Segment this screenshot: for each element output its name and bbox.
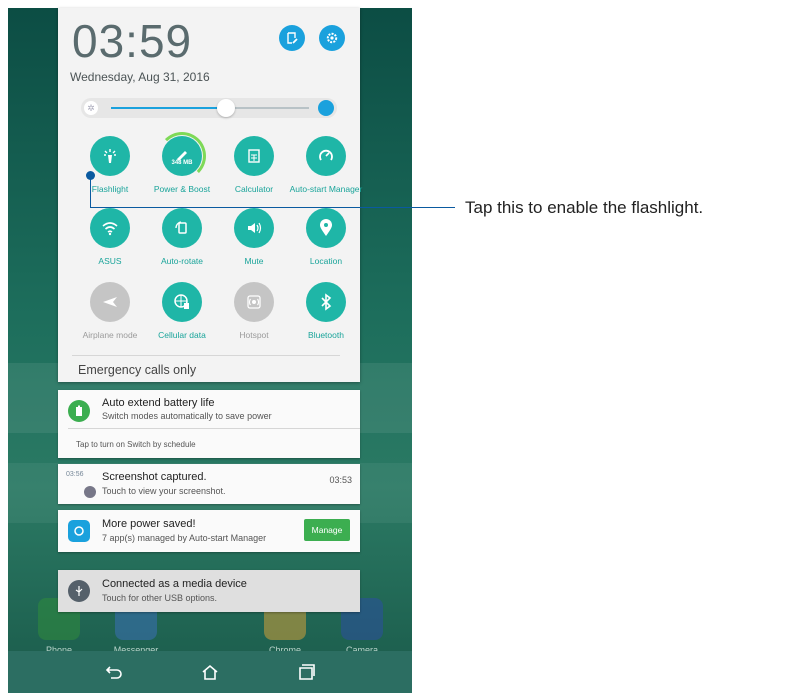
callout-text: Tap this to enable the flashlight.: [465, 198, 704, 217]
recents-button[interactable]: [288, 660, 324, 684]
memory-badge: 348 MB: [171, 160, 193, 166]
auto-brightness-icon[interactable]: [318, 100, 334, 116]
autostart-icon: [306, 136, 346, 176]
edit-button[interactable]: [279, 25, 305, 51]
gear-icon: [326, 32, 338, 44]
brightness-slider[interactable]: ✲: [81, 98, 337, 118]
screenshot-icon: [84, 486, 96, 498]
notification-title: More power saved!: [102, 518, 196, 530]
divider: [68, 428, 360, 429]
rotate-icon: [162, 208, 202, 248]
quick-settings-panel: 03:59 Wednesday, Aug 31, 2016 ✲ Flashlig…: [58, 8, 362, 382]
boost-icon: 348 MB: [158, 132, 206, 180]
tile-mute[interactable]: Mute: [218, 208, 290, 274]
tile-auto-rotate[interactable]: Auto-rotate: [146, 208, 218, 274]
flashlight-icon: [90, 136, 130, 176]
hotspot-icon: [234, 282, 274, 322]
tile-asus[interactable]: ASUS: [74, 208, 146, 274]
callout-dot: [86, 171, 95, 180]
settings-button[interactable]: [319, 25, 345, 51]
notification-title: Connected as a media device: [102, 578, 247, 590]
clock: 03:59: [72, 15, 193, 67]
brightness-fill: [111, 107, 226, 109]
tile-power-boost[interactable]: 348 MB Power & Boost: [146, 132, 218, 202]
autostart-manager-icon: [68, 520, 90, 542]
tile-bluetooth[interactable]: Bluetooth: [290, 282, 362, 348]
manage-button[interactable]: Manage: [304, 519, 350, 541]
brightness-track: [111, 107, 309, 109]
notification-title: Auto extend battery life: [102, 397, 215, 409]
screenshot-notification[interactable]: 03:56 Screenshot captured. Touch to view…: [58, 464, 360, 504]
tile-cellular-data[interactable]: Cellular data: [146, 282, 218, 348]
callout-line: [90, 207, 455, 208]
battery-notification[interactable]: Auto extend battery life Switch modes au…: [58, 390, 360, 458]
usb-icon: [68, 580, 90, 602]
edit-icon: [287, 32, 298, 44]
mute-icon: [234, 208, 274, 248]
brightness-low-icon: ✲: [84, 101, 98, 115]
tile-calculator[interactable]: Calculator: [218, 136, 290, 202]
notification-subtitle: Touch to view your screenshot.: [102, 486, 226, 496]
notification-title: Screenshot captured.: [102, 471, 207, 483]
calculator-icon: [234, 136, 274, 176]
navigation-bar: [8, 651, 412, 693]
notification-time: 03:53: [329, 475, 352, 485]
brightness-knob[interactable]: [216, 99, 235, 117]
airplane-icon: [90, 282, 130, 322]
usb-notification[interactable]: Connected as a media device Touch for ot…: [58, 570, 360, 612]
tile-airplane-mode[interactable]: Airplane mode: [74, 282, 146, 348]
location-icon: [306, 208, 346, 248]
screenshot-thumbnail-time: 03:56: [66, 471, 84, 478]
notification-subtitle: Switch modes automatically to save power: [102, 411, 272, 421]
divider: [72, 355, 340, 356]
back-button[interactable]: [96, 660, 132, 684]
wifi-icon: [90, 208, 130, 248]
home-button[interactable]: [192, 660, 228, 684]
screenshot-thumbnail: 03:56: [66, 471, 92, 485]
schedule-action[interactable]: Tap to turn on Switch by schedule: [76, 440, 196, 449]
tile-label: Auto-start Manager: [289, 184, 363, 194]
tile-flashlight[interactable]: Flashlight: [74, 136, 146, 202]
tile-label: Location: [309, 256, 343, 266]
carrier-status: Emergency calls only: [78, 363, 197, 377]
boost-ring: [158, 132, 206, 180]
tile-label: Bluetooth: [308, 330, 344, 340]
cellular-icon: [162, 282, 202, 322]
battery-icon: [68, 400, 90, 422]
tile-auto-start-manager[interactable]: Auto-start Manager: [290, 136, 362, 202]
tile-hotspot[interactable]: Hotspot: [218, 282, 290, 348]
notification-subtitle: Touch for other USB options.: [102, 593, 218, 603]
notification-subtitle: 7 app(s) managed by Auto-start Manager: [102, 533, 267, 543]
date: Wednesday, Aug 31, 2016: [70, 70, 210, 84]
bluetooth-icon: [306, 282, 346, 322]
tile-location[interactable]: Location: [290, 208, 362, 274]
power-notification[interactable]: More power saved! 7 app(s) managed by Au…: [58, 510, 360, 552]
